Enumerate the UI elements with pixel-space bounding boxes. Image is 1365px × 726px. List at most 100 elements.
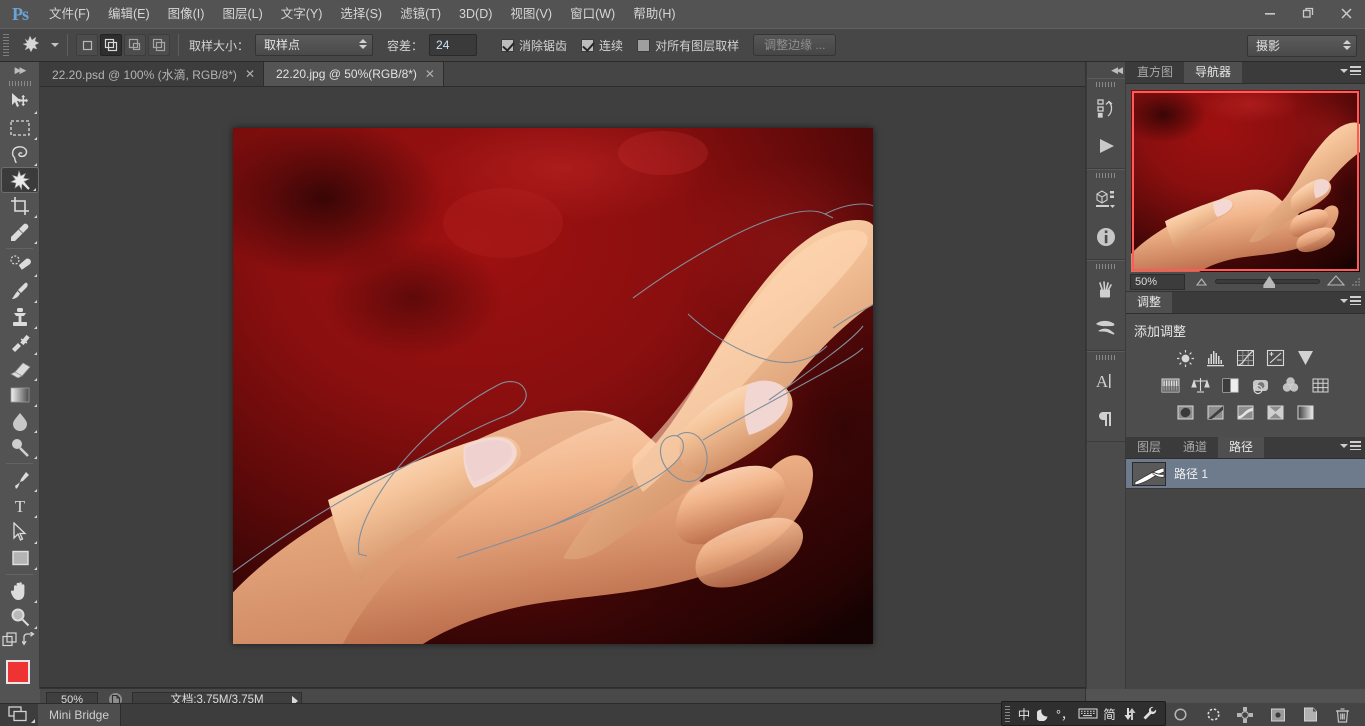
tool-zoom[interactable] [1, 604, 39, 630]
new-path-icon[interactable] [1268, 706, 1288, 724]
ime-settings-icon[interactable] [1140, 704, 1160, 724]
selective-color-icon[interactable] [1265, 402, 1287, 422]
tool-rectangle[interactable] [1, 545, 39, 571]
info-icon[interactable] [1087, 218, 1125, 256]
levels-icon[interactable] [1205, 348, 1227, 368]
tool-magic-wand[interactable] [1, 167, 39, 193]
tool-healing-brush[interactable] [1, 252, 39, 278]
options-bar-grip[interactable] [3, 34, 9, 56]
ime-chinese-mode[interactable]: 中 [1014, 704, 1034, 724]
make-work-path-icon[interactable] [1235, 706, 1255, 724]
ime-toolbar[interactable]: 中 °， 简 [1001, 701, 1166, 726]
tolerance-input[interactable]: 24 [429, 34, 478, 56]
menu-layer[interactable]: 图层(L) [213, 0, 271, 28]
adjustments-panel-menu-icon[interactable] [1340, 296, 1361, 305]
zoom-slider-track[interactable] [1215, 276, 1320, 288]
tool-horizontal-type[interactable]: T [1, 493, 39, 519]
tool-crop[interactable] [1, 193, 39, 219]
zoom-slider-knob[interactable] [1263, 276, 1276, 288]
ime-simplified-icon[interactable]: 简 [1100, 704, 1120, 724]
tool-lasso[interactable] [1, 141, 39, 167]
ime-soft-keyboard-icon[interactable] [1120, 704, 1140, 724]
screen-mode-icon[interactable] [2, 632, 19, 652]
tab-channels[interactable]: 通道 [1172, 437, 1219, 458]
zoom-in-mountain-icon[interactable] [1326, 273, 1346, 291]
gradient-map-icon[interactable] [1295, 402, 1317, 422]
close-button[interactable] [1327, 0, 1365, 26]
curves-icon[interactable] [1235, 348, 1257, 368]
menu-image[interactable]: 图像(I) [159, 0, 214, 28]
sample-size-select[interactable]: 取样点 [255, 34, 374, 56]
tool-path-selection[interactable] [1, 519, 39, 545]
menu-3d[interactable]: 3D(D) [450, 0, 501, 28]
brush-tip-icon[interactable] [1087, 309, 1125, 347]
menu-type[interactable]: 文字(Y) [272, 0, 332, 28]
load-selection-icon[interactable] [1203, 706, 1223, 724]
all-layers-checkbox-row[interactable]: 对所有图层取样 [637, 37, 739, 54]
rail-grip-3[interactable] [1087, 261, 1125, 271]
actions-play-icon[interactable] [1087, 127, 1125, 165]
zoom-out-mountain-icon[interactable] [1195, 273, 1208, 291]
tab-layers[interactable]: 图层 [1126, 437, 1173, 458]
tab-adjustments[interactable]: 调整 [1126, 292, 1173, 313]
rail-collapse-icon[interactable]: ◀◀ [1087, 62, 1125, 78]
add-to-selection-button[interactable] [100, 34, 122, 56]
antialias-checkbox-row[interactable]: 消除锯齿 [501, 37, 567, 54]
menu-view[interactable]: 视图(V) [501, 0, 561, 28]
doc-tab-jpg-close-icon[interactable]: ✕ [425, 67, 435, 81]
tool-gradient[interactable] [1, 382, 39, 408]
canvas-area[interactable] [40, 87, 1085, 687]
antialias-checkbox[interactable] [501, 38, 515, 52]
navigator-zoom-slider[interactable] [1195, 273, 1361, 291]
paragraph-icon[interactable] [1087, 400, 1125, 438]
navigator-thumbnail[interactable] [1131, 90, 1360, 272]
rail-grip-1[interactable] [1087, 79, 1125, 89]
tab-histogram[interactable]: 直方图 [1126, 62, 1185, 83]
navigator-resize-grip[interactable] [1352, 273, 1361, 291]
posterize-icon[interactable] [1205, 402, 1227, 422]
tool-history-brush[interactable] [1, 330, 39, 356]
duplicate-path-icon[interactable] [1300, 706, 1320, 724]
intersect-with-selection-button[interactable] [148, 34, 170, 56]
ime-grip[interactable] [1005, 705, 1010, 722]
doc-tab-psd[interactable]: 22.20.psd @ 100% (水滴, RGB/8*) ✕ [40, 62, 264, 86]
threshold-icon[interactable] [1235, 402, 1257, 422]
brush-presets-icon[interactable] [1087, 271, 1125, 309]
vibrance-icon[interactable] [1295, 348, 1317, 368]
photo-filter-icon[interactable] [1250, 375, 1272, 395]
foreground-color-swatch[interactable] [6, 660, 30, 684]
tool-eyedropper[interactable] [1, 219, 39, 245]
layers-panel-menu-icon[interactable] [1340, 441, 1361, 450]
channel-mixer-icon[interactable] [1280, 375, 1302, 395]
refine-edge-button[interactable]: 调整边缘 ... [753, 34, 837, 56]
launch-bridge-icon[interactable] [0, 705, 38, 725]
toolbar-grip[interactable] [0, 78, 39, 89]
swap-colors-icon[interactable] [21, 631, 37, 652]
ime-keyboard-icon[interactable] [1076, 704, 1100, 724]
menu-filter[interactable]: 滤镜(T) [391, 0, 450, 28]
tool-pen[interactable] [1, 467, 39, 493]
contiguous-checkbox[interactable] [581, 38, 595, 52]
contiguous-checkbox-row[interactable]: 连续 [581, 37, 623, 54]
all-layers-checkbox[interactable] [637, 38, 651, 52]
ime-punctuation-icon[interactable]: °， [1054, 704, 1076, 724]
new-selection-button[interactable] [76, 34, 98, 56]
menu-edit[interactable]: 编辑(E) [99, 0, 159, 28]
tool-brush[interactable] [1, 278, 39, 304]
black-white-icon[interactable] [1220, 375, 1242, 395]
3d-object-icon[interactable] [1087, 180, 1125, 218]
launch-bridge-chevron-icon[interactable] [31, 719, 35, 723]
stroke-path-icon[interactable] [1171, 706, 1191, 724]
restore-button[interactable] [1289, 0, 1327, 26]
history-icon[interactable] [1087, 89, 1125, 127]
rail-grip-2[interactable] [1087, 170, 1125, 180]
invert-icon[interactable] [1175, 402, 1197, 422]
tab-navigator[interactable]: 导航器 [1184, 62, 1243, 83]
tool-blur[interactable] [1, 408, 39, 434]
doc-tab-psd-close-icon[interactable]: ✕ [245, 67, 255, 81]
tool-preset-chevron-down-icon[interactable] [51, 43, 59, 47]
ime-moon-icon[interactable] [1034, 704, 1054, 724]
rail-grip-4[interactable] [1087, 352, 1125, 362]
mini-bridge-tab[interactable]: Mini Bridge [38, 704, 122, 726]
tool-preset-picker[interactable] [13, 32, 49, 58]
